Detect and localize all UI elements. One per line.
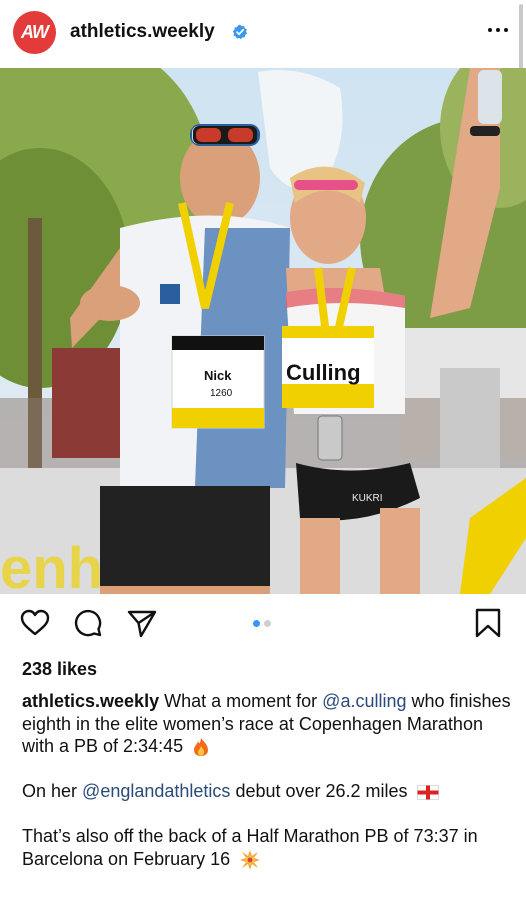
bib-left-name: Nick	[204, 368, 232, 383]
fire-emoji-icon	[194, 738, 209, 757]
bookmark-icon[interactable]	[472, 607, 504, 639]
post-image[interactable]: enhagen Nick 1260 Culli	[0, 68, 526, 594]
post-header: AW athletics.weekly	[0, 0, 526, 66]
mention-a-culling[interactable]: @a.culling	[322, 691, 406, 711]
comment-icon[interactable]	[72, 607, 104, 639]
carousel-dot	[264, 620, 271, 627]
bib-left-number: 1260	[210, 388, 233, 399]
shorts-brand: KUKRI	[352, 493, 383, 504]
verified-badge-icon	[232, 24, 247, 40]
heart-icon[interactable]	[19, 607, 51, 639]
collision-emoji-icon	[240, 849, 261, 870]
bib-right-name: Culling	[286, 360, 361, 385]
send-icon[interactable]	[126, 607, 158, 639]
carousel-indicator	[253, 620, 271, 627]
caption-paragraph-3: That’s also off the back of a Half Marat…	[22, 825, 512, 871]
caption-author[interactable]: athletics.weekly	[22, 691, 159, 711]
caption: athletics.weekly What a moment for @a.cu…	[22, 690, 512, 893]
avatar[interactable]: AW	[13, 11, 56, 54]
caption-paragraph-1: athletics.weekly What a moment for @a.cu…	[22, 691, 511, 757]
more-options-icon[interactable]	[488, 28, 508, 32]
england-flag-icon	[416, 784, 439, 800]
username[interactable]: athletics.weekly	[70, 21, 215, 43]
post-photo: enhagen Nick 1260 Culli	[0, 68, 526, 594]
mention-englandathletics[interactable]: @englandathletics	[82, 781, 230, 801]
caption-paragraph-2: On her @englandathletics debut over 26.2…	[22, 780, 512, 803]
likes-count[interactable]: 238 likes	[22, 659, 97, 680]
carousel-dot-active	[253, 620, 260, 627]
